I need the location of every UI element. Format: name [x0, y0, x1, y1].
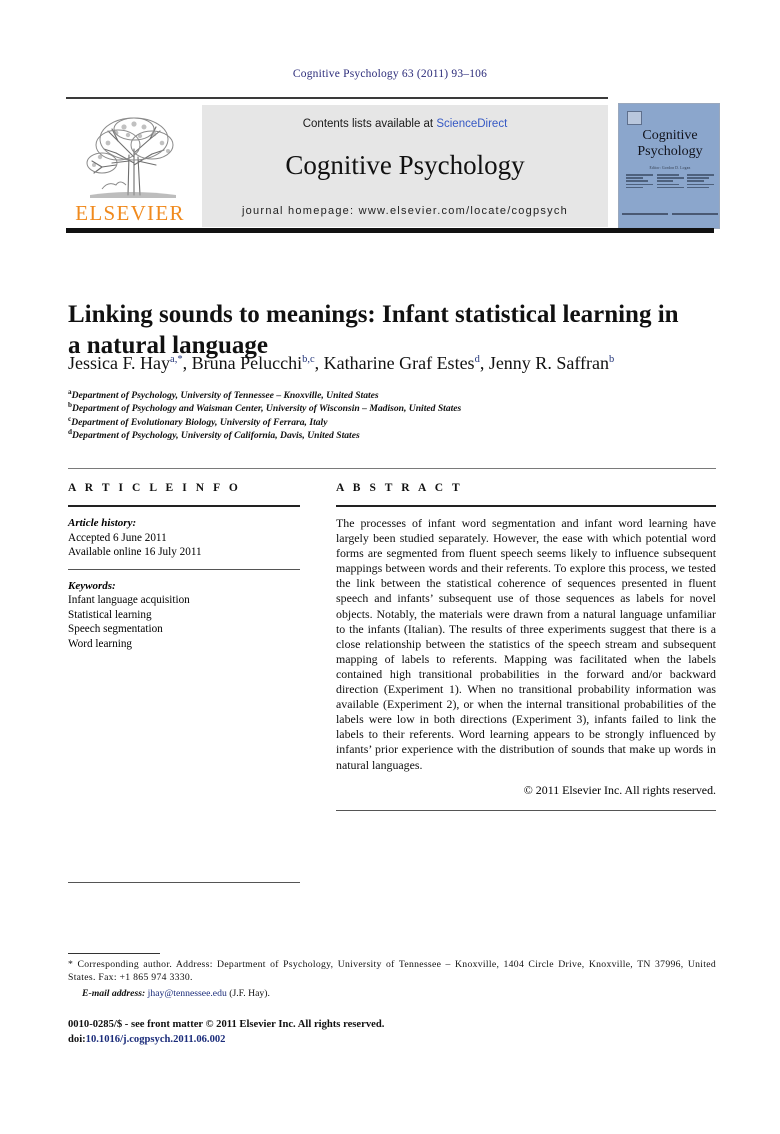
author[interactable]: Jessica F. Haya,* [68, 353, 183, 373]
doi-link[interactable]: 10.1016/j.cogpsych.2011.06.002 [86, 1034, 226, 1045]
masthead-bottom-rule [66, 228, 714, 233]
footnote-divider-rule [68, 953, 160, 954]
elsevier-logo: ELSEVIER [66, 105, 194, 227]
cover-publisher-icon [627, 111, 642, 125]
affiliation-text: Department of Psychology and Waisman Cen… [72, 403, 462, 415]
imprint-section: 0010-0285/$ - see front matter © 2011 El… [68, 1018, 716, 1047]
abstract-heading-rule [336, 505, 716, 507]
elsevier-tree-icon [72, 105, 190, 201]
cover-title: Cognitive Psychology [619, 128, 719, 160]
sciencedirect-banner: Contents lists available at ScienceDirec… [202, 105, 608, 227]
masthead-top-rule [66, 97, 608, 99]
email-note: E-mail address: jhay@tennessee.edu (J.F.… [68, 987, 716, 1000]
doi-line: doi:10.1016/j.cogpsych.2011.06.002 [68, 1033, 716, 1048]
affiliation-item: aDepartment of Psychology, University of… [68, 388, 728, 402]
cover-title-line1: Cognitive [642, 128, 698, 143]
journal-title: Cognitive Psychology [285, 150, 525, 180]
abstract-body: The processes of infant word segmentatio… [336, 516, 716, 772]
doi-label: doi: [68, 1033, 86, 1045]
author-name: Jenny R. Saffran [488, 353, 609, 373]
section-divider-rule [68, 468, 716, 469]
author-affiliation-marker: d [474, 354, 480, 365]
affiliation-item: cDepartment of Evolutionary Biology, Uni… [68, 415, 728, 429]
author[interactable]: Bruna Pelucchib,c [192, 353, 315, 373]
article-info-bottom-rule [68, 882, 300, 883]
email-label: E-mail address: [82, 988, 146, 1000]
affiliation-text: Department of Evolutionary Biology, Univ… [71, 416, 328, 428]
elsevier-wordmark: ELSEVIER [75, 201, 185, 225]
keyword-item: Infant language acquisition [68, 594, 190, 606]
title-line-1: Linking sounds to meanings: Infant stati… [68, 300, 679, 328]
masthead: ELSEVIER Contents lists available at Sci… [66, 97, 720, 233]
keywords-label: Keywords: [68, 579, 116, 592]
author-affiliation-marker: a,* [170, 354, 183, 365]
author[interactable]: Katharine Graf Estesd [324, 353, 480, 373]
contents-prefix: Contents lists available at [302, 118, 437, 130]
author-name: Katharine Graf Estes [323, 353, 475, 373]
affiliation-text: Department of Psychology, University of … [72, 430, 360, 442]
keywords-divider-rule [68, 568, 300, 570]
abstract-copyright: © 2011 Elsevier Inc. All rights reserved… [523, 782, 716, 797]
article-history-accepted: Accepted 6 June 2011 [68, 531, 167, 544]
front-matter-line: 0010-0285/$ - see front matter © 2011 El… [68, 1019, 385, 1030]
affiliation-list: aDepartment of Psychology, University of… [68, 388, 728, 443]
author[interactable]: Jenny R. Saffranb [489, 353, 614, 373]
cover-column [656, 174, 684, 190]
running-head: Cognitive Psychology 63 (2011) 93–106 [292, 68, 488, 80]
cover-title-line2: Psychology [637, 144, 703, 159]
abstract-section: A B S T R A C T The processes of infant … [336, 482, 716, 811]
author-name: Bruna Pelucchi [191, 353, 303, 373]
article-history-online: Available online 16 July 2011 [68, 546, 202, 558]
journal-article-page: Cognitive Psychology 63 (2011) 93–106 EL… [0, 0, 780, 1134]
keyword-item: Statistical learning [68, 608, 152, 621]
article-info-heading-rule [68, 505, 300, 507]
email-owner: (J.F. Hay). [229, 988, 270, 1000]
page-title: Linking sounds to meanings: Infant stati… [68, 299, 718, 361]
author-affiliation-marker: b [608, 354, 615, 365]
cover-contents-columns [626, 174, 714, 190]
keyword-item: Word learning [68, 637, 133, 650]
article-history-label: Article history: [68, 517, 137, 529]
article-info-section: A R T I C L E I N F O Article history: A… [68, 482, 300, 651]
affiliation-item: bDepartment of Psychology and Waisman Ce… [68, 402, 728, 415]
author-name: Jessica F. Hay [68, 353, 171, 373]
email-link[interactable]: jhay@tennessee.edu [148, 988, 227, 999]
corresponding-author-note: * Corresponding author. Address: Departm… [68, 959, 716, 984]
cover-column [626, 174, 653, 190]
author-list: Jessica F. Haya,*, Bruna Pelucchib,c, Ka… [68, 353, 615, 373]
sciencedirect-link[interactable]: ScienceDirect [436, 118, 507, 130]
cover-subtitle: Editor: Gordon D. Logan [649, 166, 691, 170]
abstract-heading: A B S T R A C T [336, 482, 463, 494]
article-info-heading: A R T I C L E I N F O [68, 482, 241, 494]
author-affiliation-marker: b,c [302, 354, 315, 365]
journal-homepage-link[interactable]: journal homepage: www.elsevier.com/locat… [202, 205, 608, 217]
cover-column [687, 174, 714, 190]
affiliation-item: dDepartment of Psychology, University of… [68, 428, 728, 442]
contents-available-line: Contents lists available at ScienceDirec… [202, 118, 608, 130]
footnote-section: * Corresponding author. Address: Departm… [68, 958, 716, 1001]
cover-footer-mark [619, 203, 719, 221]
abstract-bottom-rule [336, 809, 716, 811]
affiliation-text: Department of Psychology, University of … [71, 390, 379, 401]
journal-cover-thumbnail[interactable]: Cognitive Psychology Editor: Gordon D. L… [618, 103, 720, 229]
keyword-item: Speech segmentation [68, 623, 163, 635]
